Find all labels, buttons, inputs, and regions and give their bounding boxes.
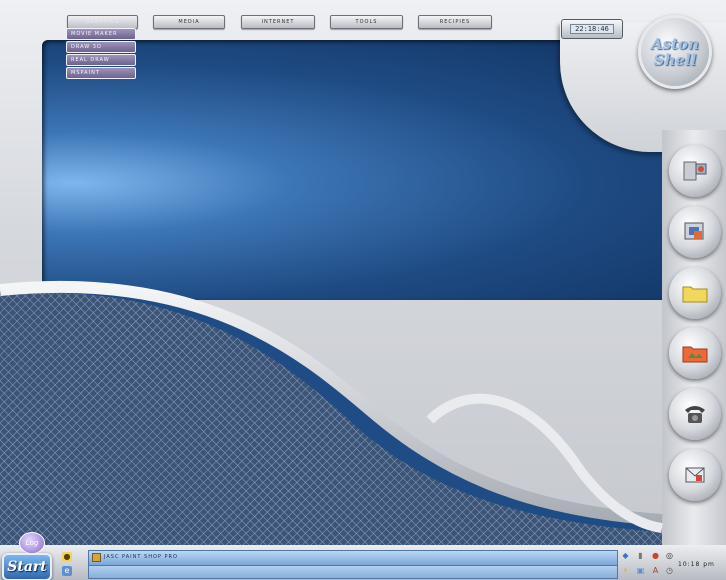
- lightning-icon[interactable]: ⚡: [621, 566, 630, 575]
- submenu-real-draw[interactable]: Real Draw: [66, 54, 136, 66]
- graphics-submenu: Movie Maker Draw 3D Real Draw MSPaint: [66, 28, 136, 80]
- control-panel-button[interactable]: [669, 206, 721, 258]
- antivirus-icon[interactable]: ●: [651, 551, 660, 560]
- pictures-folder-button[interactable]: [669, 327, 721, 379]
- pictures-folder-icon: [682, 346, 708, 363]
- submenu-draw-3d[interactable]: Draw 3D: [66, 41, 136, 53]
- clock-icon[interactable]: ◷: [665, 566, 674, 575]
- control-panel-icon: [684, 222, 704, 240]
- paint-shop-icon: [92, 552, 101, 562]
- menu-tools-button[interactable]: Tools: [330, 15, 403, 29]
- folder-icon: [682, 286, 708, 303]
- menu-internet-button[interactable]: Internet: [241, 15, 315, 29]
- clock-time: 22:18:46: [570, 24, 614, 34]
- telephone-button[interactable]: [669, 388, 721, 440]
- submenu-mspaint[interactable]: MSPaint: [66, 67, 136, 79]
- menu-graphics-button[interactable]: Graphics: [67, 15, 138, 29]
- menu-recipies-button[interactable]: Recipies: [418, 15, 492, 29]
- mail-icon: [685, 467, 705, 483]
- clock-display: 22:18:46: [561, 19, 623, 39]
- computer-icon: [683, 161, 707, 181]
- quick-launch-folder-icon[interactable]: ●: [62, 552, 72, 562]
- language-icon[interactable]: A: [651, 566, 660, 575]
- menu-media-button[interactable]: Media: [153, 15, 225, 29]
- aston-shell-desktop: Graphics Media Internet Tools Recipies M…: [0, 0, 726, 580]
- logo-line1: Aston: [651, 35, 699, 53]
- quick-launch-ie-icon[interactable]: e: [62, 566, 72, 576]
- log-button[interactable]: Log: [19, 532, 45, 554]
- taskbar-item-paint-shop[interactable]: Jasc Paint Shop Pro: [92, 552, 178, 562]
- task-strip-bottom: [88, 565, 618, 579]
- mail-button[interactable]: [669, 449, 721, 501]
- aston-shell-logo[interactable]: Aston Shell: [638, 15, 712, 89]
- network-icon[interactable]: ◆: [621, 551, 630, 560]
- taskbar-item-label: Jasc Paint Shop Pro: [104, 554, 178, 560]
- power-icon[interactable]: ◎: [665, 551, 674, 560]
- start-button[interactable]: Start: [2, 553, 52, 580]
- logo-line2: Shell: [653, 51, 697, 69]
- my-computer-button[interactable]: [669, 145, 721, 197]
- monitor-icon[interactable]: ▣: [636, 566, 645, 575]
- submenu-movie-maker[interactable]: Movie Maker: [66, 28, 136, 40]
- folder-button[interactable]: [669, 267, 721, 319]
- wave-panel: [0, 280, 663, 545]
- telephone-icon: [685, 406, 705, 423]
- taskbar-time: 10:18 pm: [678, 561, 715, 568]
- speaker-icon[interactable]: ▮: [636, 551, 645, 560]
